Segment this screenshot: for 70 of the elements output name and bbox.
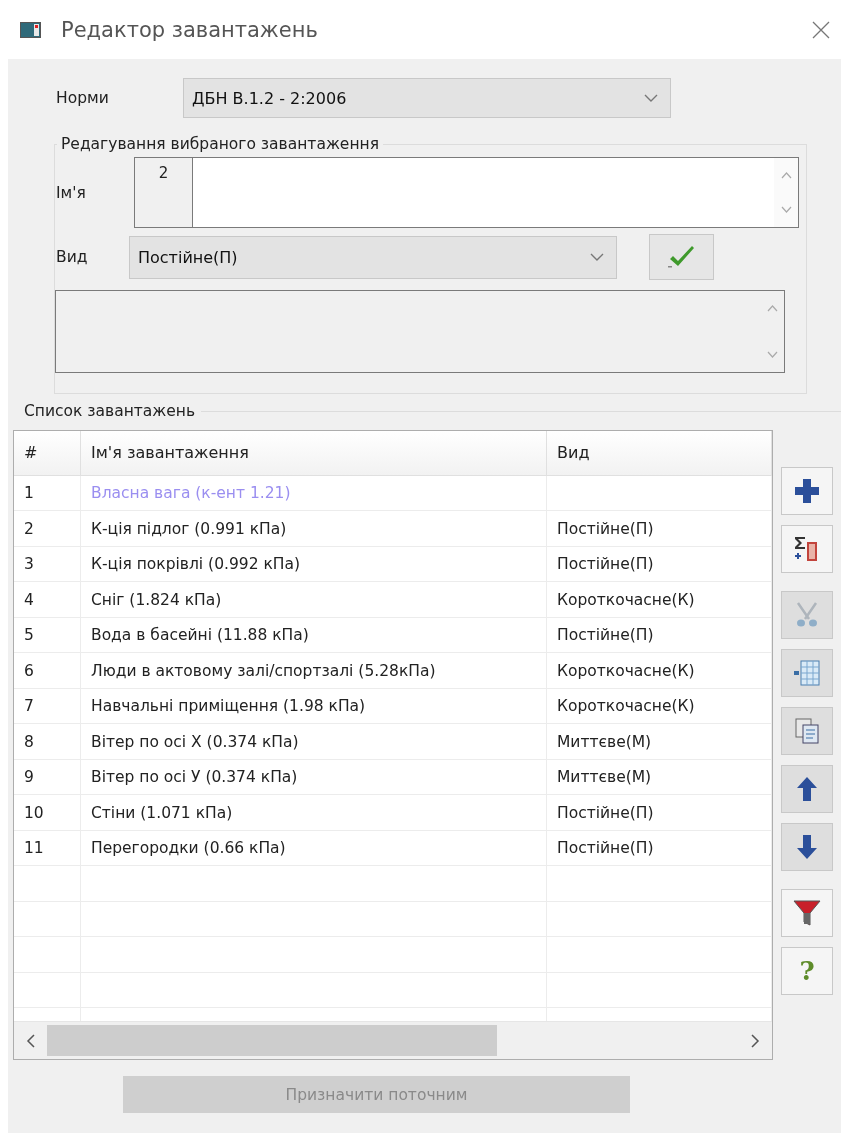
table-cell: Постійне(П)	[547, 546, 772, 582]
table-cell: Стіни (1.071 кПа)	[81, 795, 547, 830]
copy-icon	[792, 716, 822, 746]
table-cell: К-ція підлог (0.991 кПа)	[81, 511, 547, 546]
list-title: Список завантажень	[24, 402, 197, 420]
name-field[interactable]: 2	[134, 157, 799, 228]
column-header[interactable]: #	[14, 431, 81, 475]
close-icon	[811, 19, 831, 40]
table-cell: 8	[14, 724, 81, 759]
table-cell: 2	[14, 511, 81, 546]
table-cell: Постійне(П)	[547, 795, 772, 830]
checkmark-icon	[666, 245, 697, 269]
table-cell: Сніг (1.824 кПа)	[81, 582, 547, 617]
description-field[interactable]	[55, 290, 785, 373]
table-cell: 10	[14, 795, 81, 830]
help-button[interactable]: ?	[781, 947, 833, 995]
table-insert-icon	[792, 658, 822, 688]
table-cell: Люди в актовому залі/спортзалі (5.28кПа)	[81, 653, 547, 688]
table-cell: Перегородки (0.66 кПа)	[81, 830, 547, 866]
window-icon	[20, 21, 41, 38]
plus-icon	[792, 476, 822, 506]
column-header[interactable]: Ім'я завантаження	[81, 431, 547, 475]
norms-label: Норми	[56, 89, 110, 107]
table-cell: Миттєве(М)	[547, 724, 772, 759]
table-cell: Постійне(П)	[547, 511, 772, 546]
add-button[interactable]	[781, 467, 833, 515]
chevron-down-icon	[644, 93, 658, 103]
table-cell: Навчальні приміщення (1.98 кПа)	[81, 688, 547, 724]
norms-dropdown[interactable]: ДБН В.1.2 - 2:2006	[183, 78, 671, 118]
filter-icon	[792, 898, 822, 928]
column-header[interactable]: Вид	[547, 431, 772, 475]
filter-button[interactable]	[781, 889, 833, 937]
chevron-down-icon	[780, 206, 792, 213]
move-down-button[interactable]	[781, 823, 833, 871]
table-cell: Миттєве(М)	[547, 759, 772, 795]
table-cell: 7	[14, 688, 81, 724]
move-up-button[interactable]	[781, 765, 833, 813]
horizontal-scrollbar[interactable]	[14, 1021, 772, 1059]
name-label: Ім'я	[55, 183, 87, 202]
table-cell: Короткочасне(К)	[547, 653, 772, 688]
group-title: Редагування вибраного завантаження	[60, 135, 380, 153]
table-cell: Власна вага (к-ент 1.21)	[81, 475, 547, 511]
type-dropdown[interactable]: Постійне(П)	[129, 235, 617, 279]
table-cell: 3	[14, 546, 81, 582]
table-cell: Постійне(П)	[547, 830, 772, 866]
chevron-up-icon	[766, 305, 778, 312]
chevron-down-icon	[590, 252, 604, 262]
table-cell: Короткочасне(К)	[547, 688, 772, 724]
copy-button[interactable]	[781, 707, 833, 755]
table-cell: 4	[14, 582, 81, 617]
chevron-right-icon	[751, 1033, 760, 1048]
table-cell: Вітер по осі У (0.374 кПа)	[81, 759, 547, 795]
table-cell: 1	[14, 475, 81, 511]
chevron-left-icon	[26, 1033, 35, 1048]
scrollbar-thumb[interactable]	[47, 1025, 497, 1057]
table-cell: К-ція покрівлі (0.992 кПа)	[81, 546, 547, 582]
window-title: Редактор завантажень	[61, 17, 319, 42]
apply-button[interactable]	[649, 234, 714, 280]
table-cell: 5	[14, 617, 81, 653]
table-cell: 9	[14, 759, 81, 795]
table-cell: 11	[14, 830, 81, 866]
type-label: Вид	[55, 248, 89, 266]
table-cell: Короткочасне(К)	[547, 582, 772, 617]
table-cell: 6	[14, 653, 81, 688]
table-cell: Вода в басейні (11.88 кПа)	[81, 617, 547, 653]
table-cell: Вітер по осі Х (0.374 кПа)	[81, 724, 547, 759]
sum-button[interactable]	[781, 525, 833, 573]
table-cell: Постійне(П)	[547, 617, 772, 653]
chevron-up-icon	[780, 172, 792, 179]
chevron-down-icon	[766, 351, 778, 358]
